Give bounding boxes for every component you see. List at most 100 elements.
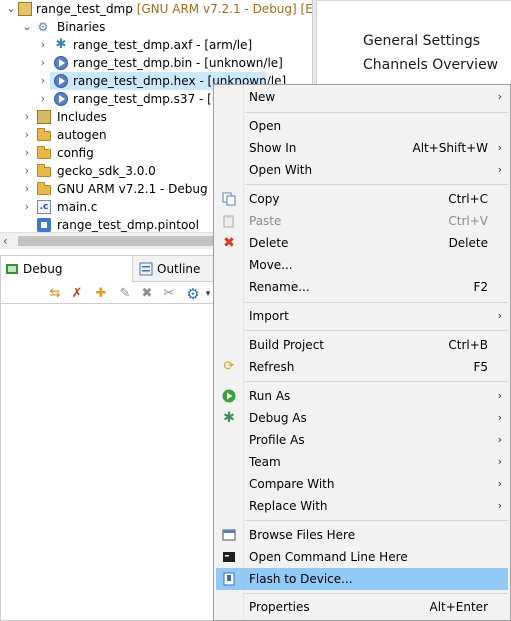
tree-item-label: main.c [57,200,98,214]
menu-item-profile-as[interactable]: Profile As › [216,429,508,451]
tree-item-label: range_test_dmp.pintool [57,218,199,232]
menu-item-open-command-line[interactable]: Open Command Line Here [216,546,508,568]
binary-run-icon [54,56,68,70]
chevron-down-icon[interactable]: ⌄ [6,0,16,18]
flash-device-icon [223,572,235,586]
chevron-right-icon[interactable]: › [22,162,32,180]
disconnect-icon[interactable]: ✗ [69,286,85,302]
tree-item-label: config [57,146,94,160]
scrollbar-thumb[interactable] [18,236,218,246]
browse-files-icon [222,529,236,541]
submenu-arrow-icon: › [497,433,502,446]
scroll-left-icon[interactable]: ‹ [3,234,8,248]
menu-item-rename[interactable]: Rename... F2 [216,276,508,298]
submenu-arrow-icon: › [497,455,502,468]
context-menu: New › Open Show In Alt+Shift+W › Open Wi… [213,84,511,621]
gear-icon[interactable]: ⚙ [185,286,201,302]
menu-item-new[interactable]: New › [216,86,508,108]
menu-item-paste[interactable]: Paste Ctrl+V [216,210,508,232]
tab-label: Outline [157,262,201,276]
tree-row-binary[interactable]: › ✱ range_test_dmp.axf - [arm/le] [0,36,312,54]
folder-icon [37,164,51,177]
tree-item-label: autogen [57,128,107,142]
tree-item-label: gecko_sdk_3.0.0 [57,164,156,178]
delete-icon: ✖ [223,235,235,251]
project-decoration: [GNU ARM v7.2.1 - Debug] [EFR [136,2,312,16]
chevron-right-icon[interactable]: › [22,180,32,198]
menu-separator [245,593,508,594]
channels-overview-link[interactable]: Channels Overview [363,57,498,73]
menu-item-open-with[interactable]: Open With › [216,159,508,181]
chevron-right-icon[interactable]: › [38,90,48,108]
folder-icon [37,128,51,141]
binary-run-icon [54,92,68,106]
menu-item-team[interactable]: Team › [216,451,508,473]
chevron-down-icon[interactable]: ⌄ [22,18,32,36]
menu-item-run-as[interactable]: Run As › [216,385,508,407]
menu-item-show-in[interactable]: Show In Alt+Shift+W › [216,137,508,159]
menu-item-delete[interactable]: ✖ Delete Delete [216,232,508,254]
tree-row-project[interactable]: ⌄ range_test_dmp [GNU ARM v7.2.1 - Debug… [0,0,312,18]
submenu-arrow-icon: › [497,499,502,512]
terminal-icon [223,552,235,562]
menu-item-build-project[interactable]: Build Project Ctrl+B [216,334,508,356]
project-name: range_test_dmp [36,2,133,16]
debug-icon: ✱ [223,410,235,426]
tab-debug-adapters[interactable]: Debug Adapters✕ [1,256,133,302]
binaries-icon: ⚙ [37,20,49,34]
general-settings-link[interactable]: General Settings [363,33,480,49]
includes-icon [37,110,51,124]
chevron-right-icon[interactable]: › [22,108,32,126]
menu-item-debug-as[interactable]: ✱ Debug As › [216,407,508,429]
tab-outline[interactable]: Outline [135,256,217,282]
ide-window: ⌄ range_test_dmp [GNU ARM v7.2.1 - Debug… [0,0,511,621]
submenu-arrow-icon: › [497,141,502,154]
menu-item-open[interactable]: Open [216,115,508,137]
chevron-down-icon[interactable]: ▾ [203,286,213,302]
chevron-right-icon[interactable]: › [38,72,48,90]
menu-item-import[interactable]: Import › [216,305,508,327]
refresh-icon: ⟳ [223,359,235,374]
chevron-right-icon[interactable]: › [22,126,32,144]
view-tab-bar: Debug Adapters✕ Outline [1,256,217,302]
menu-item-properties[interactable]: Properties Alt+Enter [216,596,508,618]
menu-item-browse-files[interactable]: Browse Files Here [216,524,508,546]
menu-separator [245,520,508,521]
binary-label: range_test_dmp.s37 - [unk [73,92,234,106]
project-folder-icon [18,2,32,16]
new-folder-icon[interactable]: ✚ [93,286,109,302]
debug-binary-icon: ✱ [55,37,67,52]
chevron-right-icon[interactable]: › [22,144,32,162]
binary-label: range_test_dmp.bin - [unknown/le] [73,56,283,70]
menu-item-move[interactable]: Move... [216,254,508,276]
menu-item-refresh[interactable]: ⟳ Refresh F5 [216,356,508,378]
menu-item-replace-with[interactable]: Replace With › [216,495,508,517]
tools-icon[interactable]: ✂ [161,286,177,302]
binaries-label: Binaries [57,20,106,34]
debug-adapters-icon [6,264,18,274]
remove-icon[interactable]: ✖ [139,286,155,302]
edit-icon[interactable]: ✎ [117,286,133,302]
menu-item-compare-with[interactable]: Compare With › [216,473,508,495]
copy-icon [222,192,236,206]
outline-icon [139,262,153,276]
pintool-file-icon [37,218,51,232]
menu-item-copy[interactable]: Copy Ctrl+C [216,188,508,210]
submenu-arrow-icon: › [497,163,502,176]
paste-icon [223,215,234,228]
chevron-right-icon[interactable]: › [38,54,48,72]
menu-item-flash-to-device[interactable]: Flash to Device... [216,568,508,590]
run-icon [222,389,236,403]
debug-adapters-view: Debug Adapters✕ Outline ⇆ ✗ ✚ ✎ ✖ ✂ ⚙ ▾ [0,255,217,621]
tree-row-binary[interactable]: › range_test_dmp.bin - [unknown/le] [0,54,312,72]
menu-separator [245,330,508,331]
c-file-icon: .c [37,200,51,214]
chevron-right-icon[interactable]: › [22,198,32,216]
chevron-right-icon[interactable]: › [38,36,48,54]
submenu-arrow-icon: › [497,389,502,402]
tree-item-label: Includes [57,110,107,124]
submenu-arrow-icon: › [497,90,502,103]
tree-row-binaries[interactable]: ⌄ ⚙ Binaries [0,18,312,36]
submenu-arrow-icon: › [497,309,502,322]
connect-icon[interactable]: ⇆ [47,286,63,302]
